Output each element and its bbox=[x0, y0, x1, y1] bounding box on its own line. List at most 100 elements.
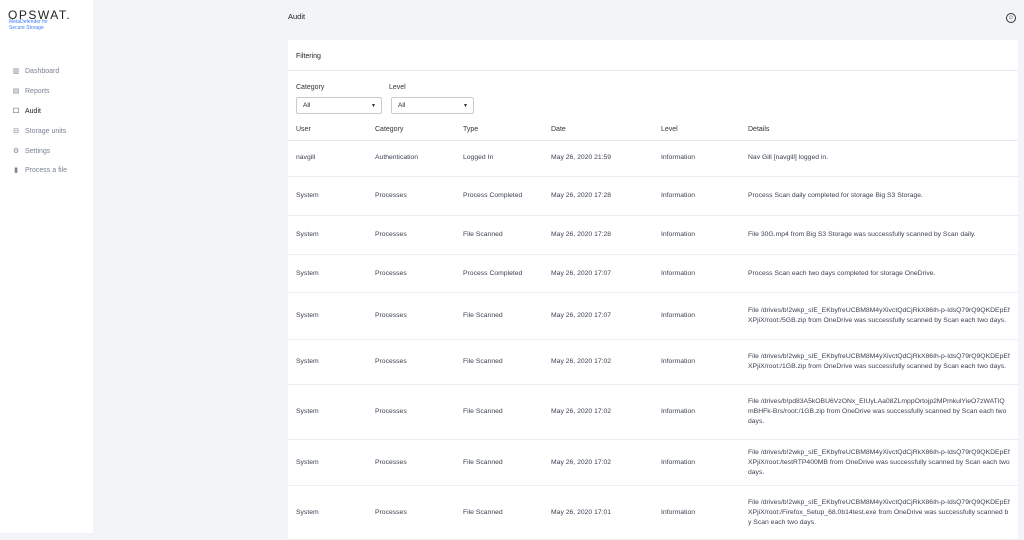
cell-type: File Scanned bbox=[463, 508, 503, 516]
column-header: Details bbox=[748, 126, 770, 133]
column-header: Type bbox=[463, 126, 479, 133]
table-row[interactable]: System Processes Process Completed May 26, … bbox=[288, 177, 1018, 216]
cell-details: Process Scan daily completed for storage… bbox=[748, 192, 923, 199]
cell-user: System bbox=[296, 458, 319, 466]
cell-details: Process Scan each two days completed for… bbox=[748, 269, 936, 277]
nav-label: Reports bbox=[25, 87, 50, 95]
cell-date: May 26, 2020 17:07 bbox=[551, 269, 612, 277]
cell-type: File Scanned bbox=[463, 312, 503, 319]
cell-category: Processes bbox=[375, 408, 407, 415]
sidebar-item-audit[interactable]: ☐ Audit bbox=[12, 107, 41, 116]
cell-category: Processes bbox=[375, 231, 407, 238]
table-row[interactable]: System Processes File Scanned May 26, 2020 … bbox=[288, 440, 1018, 486]
cell-date: May 26, 2020 17:02 bbox=[551, 358, 612, 365]
chart-icon: ▥ bbox=[12, 68, 20, 75]
sidebar-item-settings[interactable]: ⚙ Settings bbox=[12, 147, 51, 156]
sidebar: OPSWAT. MetaDefender for Secure Storage ▥… bbox=[0, 0, 93, 533]
table-row[interactable]: System Processes File Scanned May 26, 2020 … bbox=[288, 340, 1018, 385]
cell-details: File /drives/b!2wkp_sIE_EKbyfreUCBM8M4yX… bbox=[748, 307, 1010, 324]
subtitle-line: Secure Storage bbox=[9, 25, 44, 31]
cell-date: May 26, 2020 17:02 bbox=[551, 458, 612, 466]
sidebar-item-storage-units[interactable]: ⊟ Storage units bbox=[12, 127, 67, 136]
cell-type: Process Completed bbox=[463, 269, 523, 277]
cell-category: Processes bbox=[375, 312, 407, 319]
table-row[interactable]: System Processes Process Completed May 26, … bbox=[288, 255, 1018, 293]
chevron-down-icon: ▼ bbox=[463, 103, 468, 109]
cell-details: Nav Gill [navgill] logged in. bbox=[748, 154, 829, 161]
cell-level: Information bbox=[661, 312, 696, 319]
cell-user: System bbox=[296, 312, 319, 319]
category-value: All bbox=[303, 102, 311, 109]
table-row[interactable]: System Processes File Scanned May 26, 2020 … bbox=[288, 486, 1018, 540]
nav-label: Storage units bbox=[25, 127, 67, 135]
cell-details: File /drives/b!2wkp_sIE_EKbyfreUCBM8M4yX… bbox=[748, 448, 1010, 476]
cell-details: File 30G.mp4 from Big S3 Storage was suc… bbox=[748, 231, 976, 238]
column-header: Level bbox=[661, 126, 678, 133]
cell-date: May 26, 2020 17:28 bbox=[551, 231, 612, 238]
cell-level: Information bbox=[661, 458, 696, 466]
nav-label: Settings bbox=[25, 147, 51, 155]
cell-date: May 26, 2020 21:59 bbox=[551, 154, 612, 161]
nav-label: Process a file bbox=[25, 166, 68, 174]
column-header: Category bbox=[375, 126, 404, 133]
gear-icon: ⚙ bbox=[12, 148, 20, 155]
cell-user: System bbox=[296, 358, 319, 365]
cell-level: Information bbox=[661, 358, 696, 365]
cell-details: File /drives/b!2wkp_sIE_EKbyfreUCBM8M4yX… bbox=[748, 353, 1010, 370]
chevron-down-icon: ▼ bbox=[371, 103, 376, 109]
sidebar-item-reports[interactable]: ▤ Reports bbox=[12, 87, 50, 96]
cell-type: File Scanned bbox=[463, 408, 503, 415]
nav-label: Dashboard bbox=[25, 67, 60, 75]
filtering-title: Filtering bbox=[296, 53, 321, 60]
category-select[interactable]: All ▼ bbox=[296, 97, 382, 114]
column-header: Date bbox=[551, 126, 566, 133]
audit-card: Filtering Category Level All ▼ All ▼ User C… bbox=[288, 40, 1018, 540]
level-value: All bbox=[398, 102, 406, 109]
category-label: Category bbox=[296, 84, 325, 91]
cell-date: May 26, 2020 17:02 bbox=[551, 408, 612, 415]
column-header: User bbox=[296, 126, 311, 133]
cell-category: Processes bbox=[375, 269, 407, 277]
cell-user: System bbox=[296, 231, 319, 238]
cell-level: Information bbox=[661, 231, 696, 238]
level-label: Level bbox=[389, 84, 406, 91]
table-row[interactable]: System Processes File Scanned May 26, 2020 … bbox=[288, 216, 1018, 255]
table-row[interactable]: System Processes File Scanned May 26, 2020 … bbox=[288, 385, 1018, 440]
nav-label: Audit bbox=[25, 107, 41, 115]
page-title: Audit bbox=[288, 12, 306, 21]
divider bbox=[288, 70, 1018, 71]
cell-details: File /drives/b!pd83A5kOBU6VzONx_EIUyLAa0… bbox=[748, 398, 1007, 425]
sidebar-item-dashboard[interactable]: ▥ Dashboard bbox=[12, 67, 60, 76]
calendar-icon: ☐ bbox=[12, 108, 20, 115]
cell-category: Processes bbox=[375, 508, 407, 516]
cell-date: May 26, 2020 17:01 bbox=[551, 508, 612, 516]
sidebar-item-process-file[interactable]: ▮ Process a file bbox=[12, 166, 68, 175]
level-select[interactable]: All ▼ bbox=[391, 97, 474, 114]
cell-level: Information bbox=[661, 154, 696, 161]
cell-date: May 26, 2020 17:07 bbox=[551, 312, 612, 319]
cell-type: File Scanned bbox=[463, 458, 503, 466]
cell-user: System bbox=[296, 192, 319, 199]
cell-type: File Scanned bbox=[463, 358, 503, 365]
cell-level: Information bbox=[661, 508, 696, 516]
cell-user: System bbox=[296, 269, 319, 277]
cell-category: Processes bbox=[375, 358, 407, 365]
cell-type: Logged In bbox=[463, 154, 494, 161]
report-icon: ▤ bbox=[12, 88, 20, 95]
table-row[interactable]: System Processes File Scanned May 26, 2020 … bbox=[288, 293, 1018, 340]
cell-user: System bbox=[296, 408, 319, 415]
cell-type: File Scanned bbox=[463, 231, 503, 238]
product-subtitle: MetaDefender for Secure Storage bbox=[9, 19, 48, 31]
cell-level: Information bbox=[661, 408, 696, 415]
cell-level: Information bbox=[661, 269, 696, 277]
cell-category: Processes bbox=[375, 458, 407, 466]
file-icon: ▮ bbox=[14, 167, 18, 174]
table-row[interactable]: navgill Authentication Logged In May 26, 20… bbox=[288, 140, 1018, 177]
cell-category: Processes bbox=[375, 192, 407, 199]
cell-category: Authentication bbox=[375, 154, 419, 161]
user-account-icon[interactable]: ☺ bbox=[1006, 13, 1016, 23]
cell-level: Information bbox=[661, 192, 696, 199]
cell-details: File /drives/b!2wkp_sIE_EKbyfreUCBM8M4yX… bbox=[748, 498, 1010, 526]
cell-user: navgill bbox=[296, 154, 316, 161]
storage-icon: ⊟ bbox=[13, 128, 19, 135]
